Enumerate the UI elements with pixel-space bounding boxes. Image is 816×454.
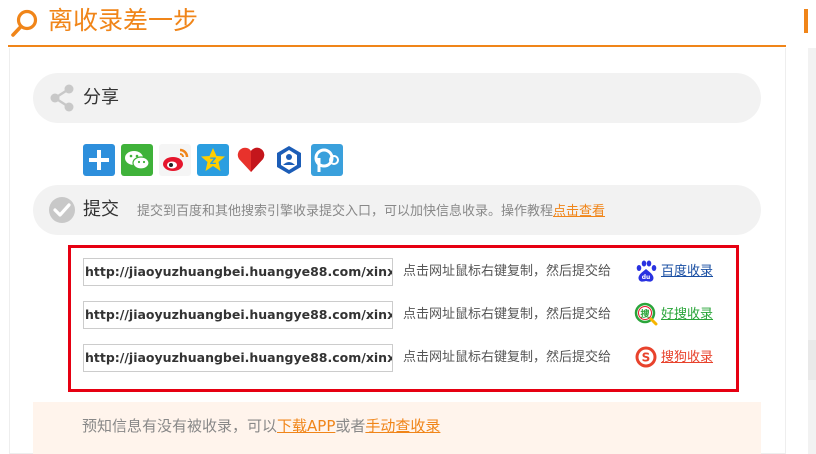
check-circle-icon [49, 197, 75, 223]
share-icon [50, 84, 74, 112]
url-field[interactable]: http://jiaoyuzhuangbei.huangye88.com/xin… [83, 258, 393, 286]
notice-mid: 或者 [335, 417, 366, 435]
svg-text:du: du [642, 274, 651, 281]
svg-text:Z: Z [210, 157, 217, 167]
url-field[interactable]: http://jiaoyuzhuangbei.huangye88.com/xin… [83, 301, 393, 329]
submit-row-sogou: http://jiaoyuzhuangbei.huangye88.com/xin… [83, 344, 743, 372]
qzone-icon[interactable]: Z [197, 144, 229, 176]
weibo-icon[interactable] [159, 144, 191, 176]
notice-prefix: 预知信息有没有被收录，可以 [82, 417, 278, 435]
right-panel-divider [808, 340, 816, 380]
section-header: 离收录差一步 [8, 0, 786, 47]
submit-label: 提交 [83, 199, 119, 220]
submit-desc-text: 提交到百度和其他搜索引擎收录提交入口，可以加快信息收录。操作教程 [137, 204, 554, 219]
renren-icon[interactable] [273, 144, 305, 176]
haosou-icon: 搜 [634, 302, 658, 326]
sogou-icon: S [635, 346, 657, 368]
submit-description: 提交到百度和其他搜索引擎收录提交入口，可以加快信息收录。操作教程点击查看 [137, 202, 605, 222]
copy-hint: 点击网址鼠标右键复制，然后提交给 [403, 264, 612, 279]
right-panel-header [804, 9, 816, 33]
copy-hint: 点击网址鼠标右键复制，然后提交给 [403, 307, 612, 322]
submit-row-haosou: http://jiaoyuzhuangbei.huangye88.com/xin… [83, 301, 743, 329]
notice-text: 预知信息有没有被收录，可以下载APP或者手动查收录 [82, 415, 440, 437]
svg-text:S: S [642, 351, 651, 365]
download-app-link[interactable]: 下载APP [277, 417, 335, 435]
haosou-submit-link[interactable]: 好搜收录 [661, 306, 713, 324]
more-share-icon[interactable] [83, 144, 115, 176]
submit-row-baidu: http://jiaoyuzhuangbei.huangye88.com/xin… [83, 258, 743, 286]
section-title: 离收录差一步 [48, 6, 199, 35]
tutorial-link[interactable]: 点击查看 [553, 204, 605, 219]
search-icon [11, 9, 38, 37]
pq-icon[interactable] [311, 144, 343, 176]
sogou-submit-link[interactable]: 搜狗收录 [661, 349, 713, 367]
manual-check-link[interactable]: 手动查收录 [365, 417, 440, 435]
right-panel [808, 48, 816, 454]
index-notice: 预知信息有没有被收录，可以下载APP或者手动查收录 [33, 402, 761, 454]
share-bar: 分享 [33, 73, 761, 123]
share-label: 分享 [83, 87, 119, 108]
heart-icon[interactable] [235, 144, 267, 176]
baidu-icon: du [636, 260, 657, 282]
submit-bar: 提交 提交到百度和其他搜索引擎收录提交入口，可以加快信息收录。操作教程点击查看 [33, 185, 761, 235]
svg-text:搜: 搜 [640, 308, 650, 320]
wechat-icon[interactable] [121, 144, 153, 176]
baidu-submit-link[interactable]: 百度收录 [661, 263, 713, 281]
url-field[interactable]: http://jiaoyuzhuangbei.huangye88.com/xin… [83, 344, 393, 372]
copy-hint: 点击网址鼠标右键复制，然后提交给 [403, 350, 612, 365]
